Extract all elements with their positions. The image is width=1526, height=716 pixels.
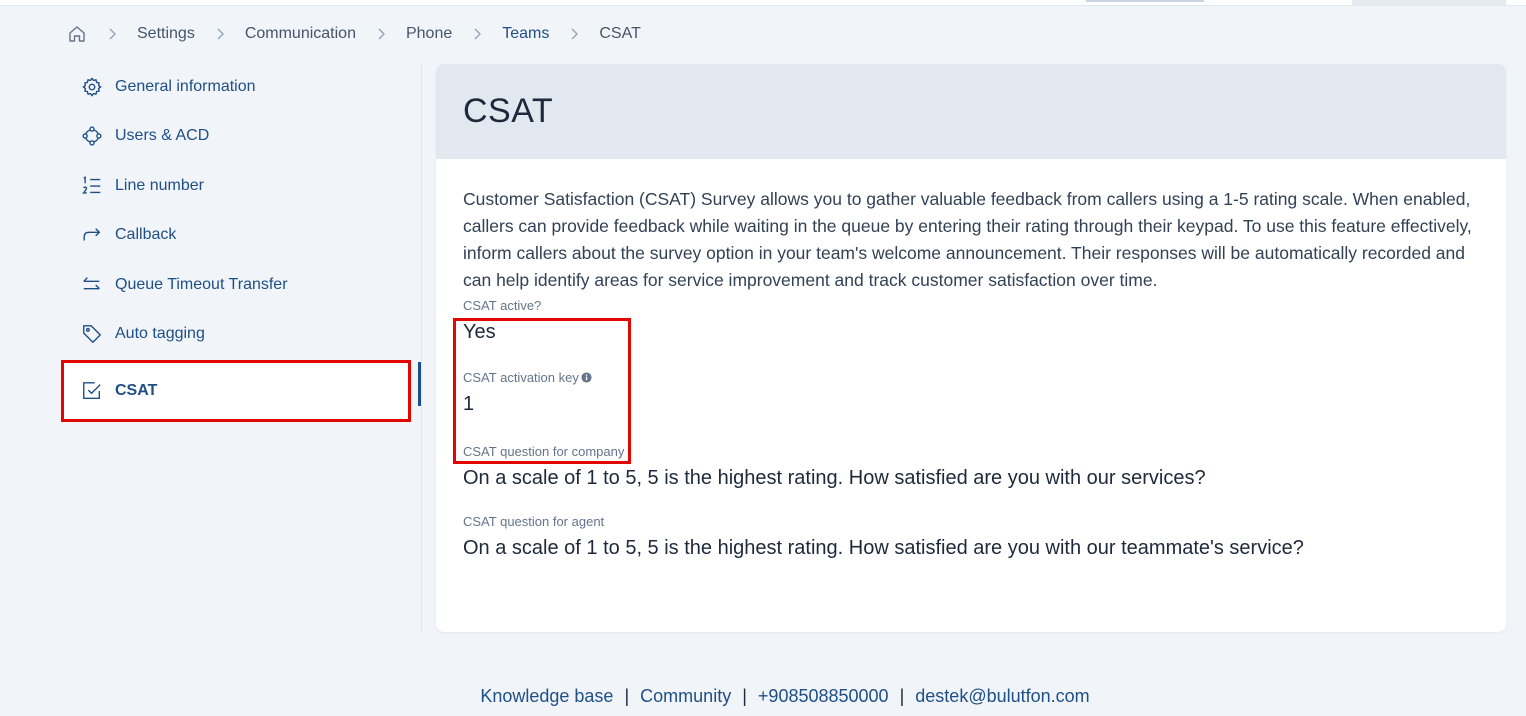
- sidebar-item-queue-timeout-transfer[interactable]: Queue Timeout Transfer: [64, 260, 408, 310]
- sidebar-item-label: Line number: [115, 176, 204, 194]
- chevron-right-icon: [374, 27, 388, 41]
- field-company-question: CSAT question for company On a scale of …: [463, 444, 1479, 490]
- chevron-right-icon: [567, 27, 581, 41]
- breadcrumb-communication[interactable]: Communication: [245, 25, 356, 43]
- chevron-right-icon: [213, 27, 227, 41]
- footer-email-link[interactable]: destek@bulutfon.com: [915, 686, 1089, 706]
- home-icon[interactable]: [67, 24, 87, 44]
- sidebar-item-general-information[interactable]: General information: [64, 62, 408, 112]
- field-label: CSAT question for company: [463, 444, 625, 459]
- csat-active-value: Yes: [463, 321, 496, 343]
- breadcrumb-phone[interactable]: Phone: [406, 25, 452, 43]
- field-label-text: CSAT activation key: [463, 370, 579, 385]
- top-bar-element: [1086, 0, 1204, 2]
- sidebar: General information Users & ACD Line num…: [61, 62, 411, 422]
- transfer-arrows-icon: [80, 273, 104, 297]
- sidebar-item-users-acd[interactable]: Users & ACD: [64, 112, 408, 162]
- breadcrumb-settings[interactable]: Settings: [137, 25, 195, 43]
- footer-separator: |: [899, 686, 905, 706]
- footer-phone-link[interactable]: +908508850000: [758, 686, 889, 706]
- card-body: Customer Satisfaction (CSAT) Survey allo…: [436, 159, 1506, 560]
- field-csat-activation-key: CSAT activation key 1: [463, 370, 1479, 416]
- company-question-value: On a scale of 1 to 5, 5 is the highest r…: [463, 467, 1206, 489]
- sidebar-item-label: Auto tagging: [115, 325, 205, 343]
- breadcrumb: Settings Communication Phone Teams CSAT: [67, 22, 641, 46]
- agent-question-value: On a scale of 1 to 5, 5 is the highest r…: [463, 537, 1304, 559]
- footer-separator: |: [624, 686, 630, 706]
- field-label: CSAT question for agent: [463, 514, 605, 529]
- sidebar-item-csat[interactable]: CSAT: [61, 360, 411, 422]
- checkbox-icon: [80, 379, 104, 403]
- field-label: CSAT activation key: [463, 370, 1479, 385]
- csat-activation-key-value: 1: [463, 393, 475, 415]
- top-bar-element: [1352, 0, 1506, 6]
- tag-icon: [80, 322, 104, 346]
- active-item-marker: [418, 362, 421, 406]
- footer-knowledge-base-link[interactable]: Knowledge base: [480, 686, 613, 706]
- footer-community-link[interactable]: Community: [640, 686, 731, 706]
- chevron-right-icon: [470, 27, 484, 41]
- page-title: CSAT: [463, 92, 554, 130]
- top-bar: [0, 0, 1526, 6]
- csat-card: CSAT Customer Satisfaction (CSAT) Survey…: [436, 64, 1506, 632]
- breadcrumb-current: CSAT: [599, 25, 641, 42]
- breadcrumb-teams[interactable]: Teams: [502, 25, 549, 43]
- field-csat-active: CSAT active? Yes: [463, 298, 1479, 344]
- chevron-right-icon: [105, 27, 119, 41]
- gear-icon: [80, 75, 104, 99]
- info-icon[interactable]: [581, 372, 592, 383]
- redo-arrow-icon: [80, 223, 104, 247]
- sidebar-item-label: Users & ACD: [115, 127, 210, 145]
- footer-separator: |: [742, 686, 747, 706]
- numbered-list-icon: [80, 174, 104, 198]
- sidebar-divider: [421, 64, 422, 632]
- sidebar-item-label: CSAT: [115, 382, 158, 399]
- sidebar-item-label: Callback: [115, 226, 177, 244]
- csat-description: Customer Satisfaction (CSAT) Survey allo…: [463, 189, 1472, 290]
- field-label: CSAT active?: [463, 298, 542, 313]
- users-cluster-icon: [80, 124, 104, 148]
- sidebar-item-line-number[interactable]: Line number: [64, 161, 408, 211]
- footer: Knowledge base | Community | +9085088500…: [0, 686, 1526, 707]
- card-header: CSAT: [436, 64, 1506, 159]
- sidebar-item-label: Queue Timeout Transfer: [115, 275, 288, 293]
- sidebar-item-auto-tagging[interactable]: Auto tagging: [64, 310, 408, 360]
- sidebar-item-label: General information: [115, 77, 256, 95]
- sidebar-item-callback[interactable]: Callback: [64, 211, 408, 261]
- field-agent-question: CSAT question for agent On a scale of 1 …: [463, 514, 1479, 560]
